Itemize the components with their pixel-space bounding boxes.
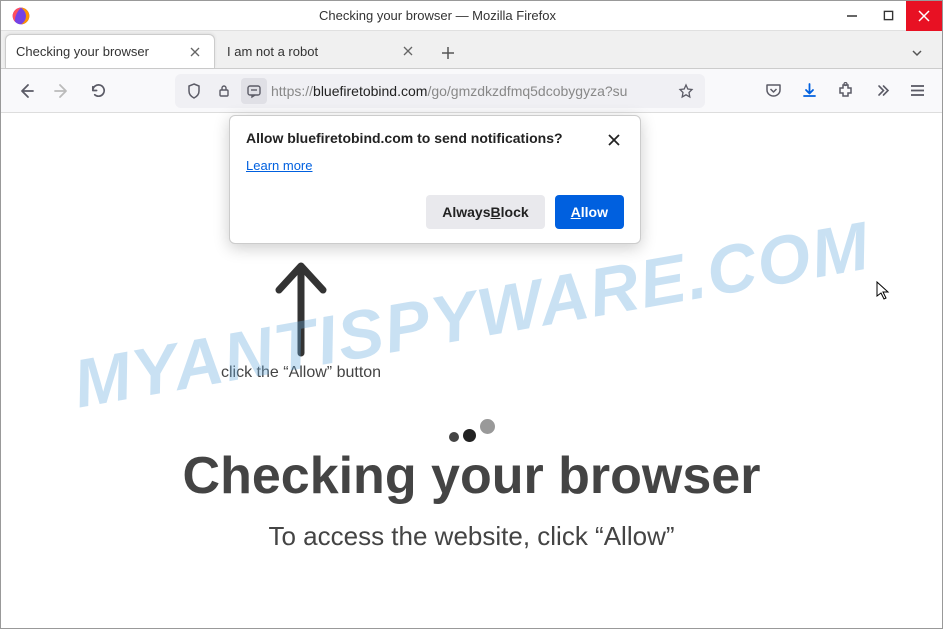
overflow-icon[interactable] bbox=[864, 74, 898, 108]
menu-icon[interactable] bbox=[900, 74, 934, 108]
loading-spinner bbox=[449, 419, 495, 442]
learn-more-link[interactable]: Learn more bbox=[246, 158, 312, 173]
tab-close-icon[interactable] bbox=[399, 42, 417, 60]
extensions-icon[interactable] bbox=[828, 74, 862, 108]
forward-button bbox=[45, 74, 79, 108]
page-heading: Checking your browser bbox=[1, 446, 942, 506]
notification-title: Allow bluefiretobind.com to send notific… bbox=[246, 130, 604, 146]
tab-overflow-button[interactable] bbox=[902, 38, 932, 68]
always-block-button[interactable]: Always Block bbox=[426, 195, 544, 229]
minimize-button[interactable] bbox=[834, 1, 870, 31]
hint-text: click the “Allow” button bbox=[221, 364, 381, 382]
tabbar: Checking your browser I am not a robot bbox=[1, 31, 942, 69]
downloads-icon[interactable] bbox=[792, 74, 826, 108]
window-controls bbox=[834, 1, 942, 31]
reload-button[interactable] bbox=[81, 74, 115, 108]
back-button[interactable] bbox=[9, 74, 43, 108]
tab-not-robot[interactable]: I am not a robot bbox=[217, 34, 427, 68]
window-title: Checking your browser — Mozilla Firefox bbox=[41, 8, 834, 23]
lock-icon[interactable] bbox=[211, 78, 237, 104]
bookmark-star-icon[interactable] bbox=[673, 78, 699, 104]
close-button[interactable] bbox=[906, 1, 942, 31]
spinner-dot bbox=[480, 419, 495, 434]
titlebar: Checking your browser — Mozilla Firefox bbox=[1, 1, 942, 31]
tab-label: I am not a robot bbox=[227, 44, 399, 59]
permission-icon[interactable] bbox=[241, 78, 267, 104]
page-subtext: To access the website, click “Allow” bbox=[1, 521, 942, 552]
notification-close-icon[interactable] bbox=[604, 130, 624, 150]
maximize-button[interactable] bbox=[870, 1, 906, 31]
allow-button[interactable]: Allow bbox=[555, 195, 624, 229]
tab-close-icon[interactable] bbox=[186, 43, 204, 61]
shield-icon[interactable] bbox=[181, 78, 207, 104]
arrow-up-icon bbox=[271, 258, 331, 358]
toolbar-right bbox=[756, 74, 934, 108]
toolbar: https://bluefiretobind.com/go/gmzdkzdfmq… bbox=[1, 69, 942, 113]
new-tab-button[interactable] bbox=[433, 38, 463, 68]
spinner-dot bbox=[463, 429, 476, 442]
url-text[interactable]: https://bluefiretobind.com/go/gmzdkzdfmq… bbox=[271, 83, 669, 99]
notification-popup: Allow bluefiretobind.com to send notific… bbox=[229, 115, 641, 244]
tab-label: Checking your browser bbox=[16, 44, 186, 59]
hint-arrow: click the “Allow” button bbox=[221, 258, 381, 382]
firefox-logo bbox=[1, 6, 41, 26]
url-bar[interactable]: https://bluefiretobind.com/go/gmzdkzdfmq… bbox=[175, 74, 705, 108]
spinner-dot bbox=[449, 432, 459, 442]
tab-checking-browser[interactable]: Checking your browser bbox=[5, 34, 215, 68]
pocket-icon[interactable] bbox=[756, 74, 790, 108]
